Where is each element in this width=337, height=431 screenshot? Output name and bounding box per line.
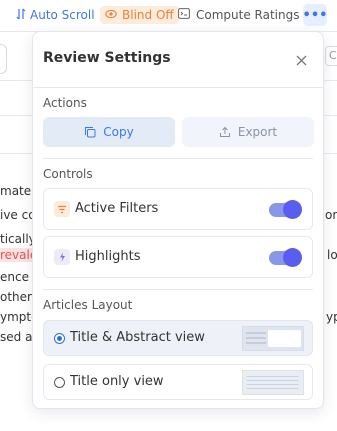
section-divider: [43, 158, 313, 159]
active-filters-control: Active Filters: [43, 188, 313, 230]
more-options-button[interactable]: •••: [303, 4, 327, 26]
layout-option-title-only[interactable]: Title only view: [43, 364, 313, 400]
actions-section-label: Actions: [43, 96, 87, 110]
layout-option-label: Title & Abstract view: [70, 330, 205, 345]
panel-title: Review Settings: [43, 50, 171, 66]
highlight-sparkle-icon: [54, 249, 70, 265]
eye-icon: [105, 9, 117, 22]
title-only-preview-icon: [242, 370, 304, 395]
review-settings-popover: Review Settings Actions Copy Export Cont…: [32, 31, 324, 409]
article-text-line: lo: [327, 248, 337, 262]
filter-chip[interactable]: C: [325, 46, 337, 66]
blind-label: Blind Off: [122, 8, 174, 22]
compute-ratings-button[interactable]: Compute Ratings: [178, 6, 299, 24]
more-icon: •••: [302, 7, 328, 23]
copy-label: Copy: [103, 125, 134, 139]
highlights-control: Highlights: [43, 236, 313, 278]
radio-selected-icon[interactable]: [54, 333, 65, 344]
blind-toggle-button[interactable]: Blind Off: [100, 6, 179, 24]
title-abstract-preview-icon: [242, 326, 304, 351]
auto-scroll-button[interactable]: Auto Scroll: [0, 6, 95, 24]
layout-option-title-abstract[interactable]: Title & Abstract view: [43, 320, 313, 356]
sort-arrows-icon: [0, 8, 30, 23]
controls-section-label: Controls: [43, 167, 93, 181]
article-text-line: ive co: [0, 208, 36, 222]
top-toolbar: Auto Scroll Blind Off Compute Ratings ••…: [0, 0, 337, 30]
highlights-label: Highlights: [75, 249, 141, 264]
article-text-line: one: [325, 208, 337, 222]
auto-scroll-label: Auto Scroll: [30, 8, 95, 22]
export-button[interactable]: Export: [182, 117, 314, 147]
toggle-knob: [283, 248, 302, 267]
search-box-edge: [0, 44, 7, 74]
export-label: Export: [237, 125, 278, 139]
article-text-line: yp: [326, 310, 337, 324]
highlights-toggle[interactable]: [269, 248, 302, 267]
filter-icon: [54, 201, 70, 217]
active-filters-toggle[interactable]: [269, 200, 302, 219]
articles-layout-section-label: Articles Layout: [43, 298, 133, 312]
panel-divider: [33, 87, 323, 88]
compute-ratings-label: Compute Ratings: [196, 8, 300, 22]
article-text-line: tically: [0, 232, 36, 246]
section-divider: [43, 289, 313, 290]
copy-button[interactable]: Copy: [43, 117, 175, 147]
active-filters-label: Active Filters: [75, 201, 159, 216]
copy-icon: [84, 126, 96, 138]
close-button[interactable]: [290, 49, 312, 71]
radio-unselected-icon[interactable]: [54, 377, 65, 388]
export-icon: [219, 126, 231, 138]
article-text-line: mate: [0, 184, 32, 198]
close-icon: [296, 51, 307, 70]
ratings-icon: [178, 8, 190, 22]
toggle-knob: [283, 200, 302, 219]
layout-option-label: Title only view: [70, 374, 164, 389]
